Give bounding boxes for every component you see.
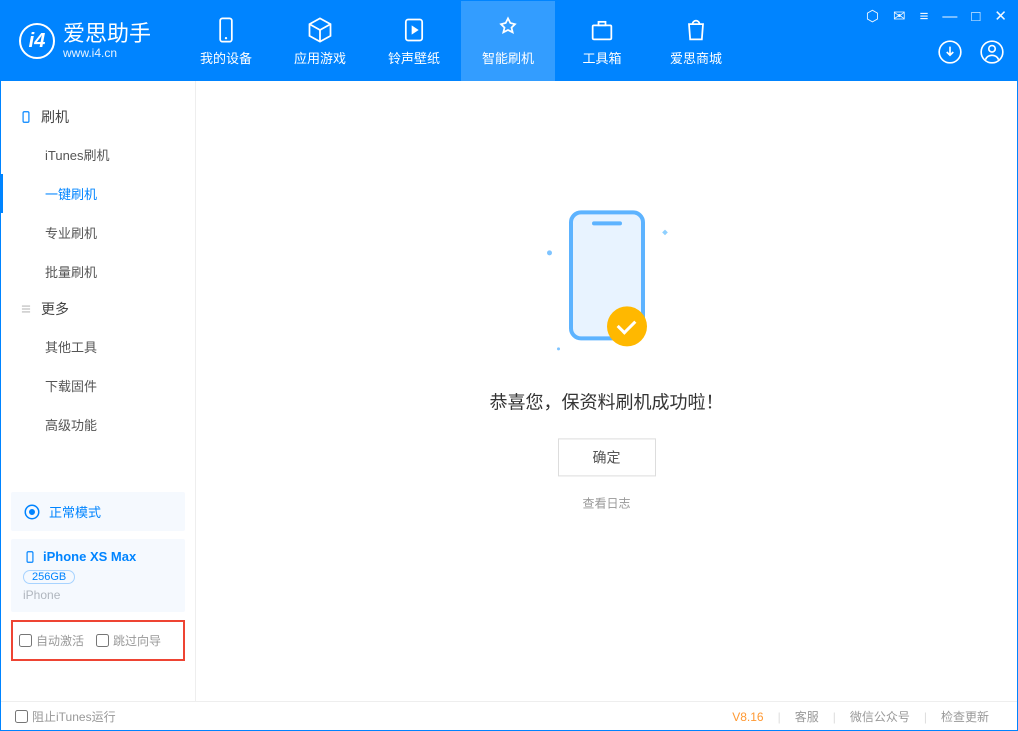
main-tabs: 我的设备 应用游戏 铃声壁纸 智能刷机 工具箱 爱思商城 [179,1,743,81]
tab-toolbox[interactable]: 工具箱 [555,1,649,81]
footer-service[interactable]: 客服 [795,708,819,725]
sidebar-group-more: 更多 [1,291,195,327]
logo: i4 爱思助手 www.i4.cn [1,1,169,81]
main-content: 恭喜您，保资料刷机成功啦！ 确定 查看日志 [196,81,1017,701]
tab-my-device[interactable]: 我的设备 [179,1,273,81]
sidebar-item-other-tools[interactable]: 其他工具 [1,327,195,366]
mode-label: 正常模式 [49,502,101,521]
device-capacity: 256GB [23,570,75,584]
brand-name: 爱思助手 [63,22,151,46]
sidebar-group-flash: 刷机 [1,99,195,135]
device-name: iPhone XS Max [43,549,136,564]
sidebar-item-download-firmware[interactable]: 下载固件 [1,366,195,405]
device-box[interactable]: iPhone XS Max 256GB iPhone [11,539,185,612]
sidebar-item-advanced[interactable]: 高级功能 [1,405,195,444]
footer-wechat[interactable]: 微信公众号 [850,708,910,725]
tshirt-icon[interactable]: ⬡ [866,7,879,25]
header: i4 爱思助手 www.i4.cn 我的设备 应用游戏 铃声壁纸 智能刷机 工具… [1,1,1017,81]
sidebar: 刷机 iTunes刷机 一键刷机 专业刷机 批量刷机 更多 其他工具 下载固件 … [1,81,196,701]
brand-site: www.i4.cn [63,46,151,60]
minimize-button[interactable]: — [942,8,957,25]
tab-store[interactable]: 爱思商城 [649,1,743,81]
menu-icon[interactable]: ≡ [920,8,929,25]
tab-ringtone-wallpaper[interactable]: 铃声壁纸 [367,1,461,81]
footer-update[interactable]: 检查更新 [941,708,989,725]
logo-icon: i4 [19,23,55,59]
sidebar-item-itunes-flash[interactable]: iTunes刷机 [1,135,195,174]
device-type: iPhone [23,588,173,602]
options-box: 自动激活 跳过向导 [11,620,185,661]
success-illustration [547,210,667,360]
close-button[interactable]: ✕ [994,7,1007,25]
tab-apps-games[interactable]: 应用游戏 [273,1,367,81]
mode-box[interactable]: 正常模式 [11,492,185,531]
checkbox-auto-activate[interactable]: 自动激活 [19,632,84,649]
checkbox-block-itunes[interactable]: 阻止iTunes运行 [15,708,116,725]
sidebar-item-batch-flash[interactable]: 批量刷机 [1,252,195,291]
checkbox-skip-guide[interactable]: 跳过向导 [96,632,161,649]
ok-button[interactable]: 确定 [558,438,656,476]
sidebar-item-oneclick-flash[interactable]: 一键刷机 [1,174,195,213]
footer: 阻止iTunes运行 V8.16 | 客服 | 微信公众号 | 检查更新 [1,701,1017,731]
check-badge-icon [607,306,647,346]
tab-smart-flash[interactable]: 智能刷机 [461,1,555,81]
user-icon[interactable] [979,39,1005,65]
download-icon[interactable] [937,39,963,65]
feedback-icon[interactable]: ✉ [893,7,906,25]
header-right [937,39,1005,65]
version-label: V8.16 [732,710,763,724]
sidebar-item-pro-flash[interactable]: 专业刷机 [1,213,195,252]
success-message: 恭喜您，保资料刷机成功啦！ [490,388,724,414]
view-log-link[interactable]: 查看日志 [490,494,724,511]
maximize-button[interactable]: □ [971,8,980,25]
window-controls: ⬡ ✉ ≡ — □ ✕ [866,7,1007,25]
